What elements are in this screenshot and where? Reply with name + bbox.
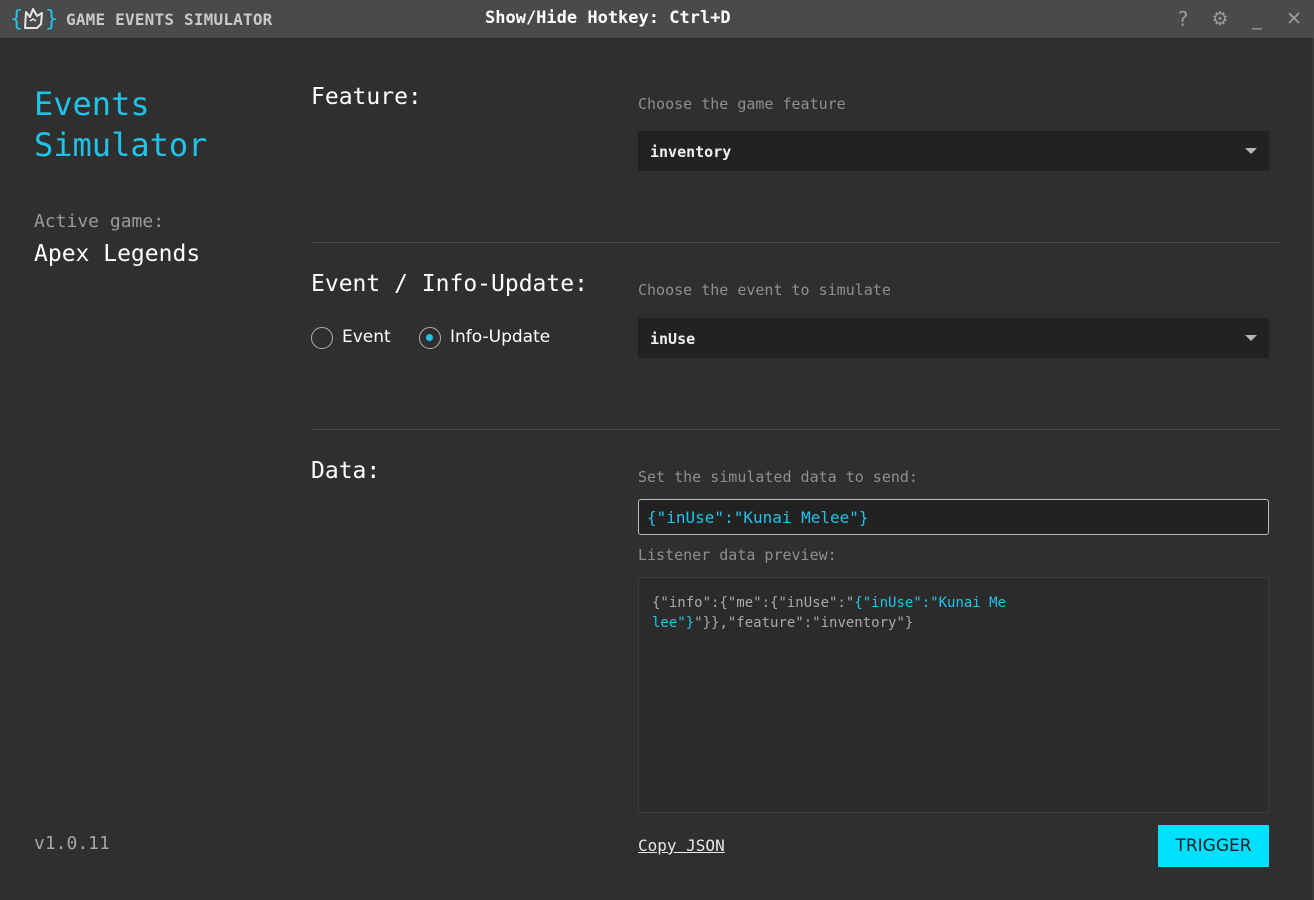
active-game-label: Active game: [34, 211, 165, 232]
listener-preview: {"info":{"me":{"inUse":"{"inUse":"Kunai … [638, 577, 1269, 813]
feature-title: Feature: [311, 84, 422, 110]
brand-line-1: Events [34, 85, 150, 123]
svg-text:}: } [45, 7, 58, 32]
active-game-name: Apex Legends [34, 241, 201, 267]
chevron-down-icon [1245, 148, 1257, 154]
radio-event[interactable]: Event [311, 326, 401, 350]
radio-info-update-label: Info-Update [450, 327, 551, 347]
preview-prefix: {"info":{"me":{"inUse":" [652, 595, 855, 611]
event-select-value: inUse [650, 330, 696, 348]
feature-select[interactable]: inventory [638, 131, 1269, 171]
preview-suffix: "}},"feature":"inventory"} [694, 615, 914, 631]
close-icon[interactable]: ✕ [1283, 8, 1305, 30]
radio-info-update-circle[interactable] [419, 327, 441, 349]
svg-text:{: { [10, 7, 23, 32]
event-hint: Choose the event to simulate [638, 281, 891, 299]
event-title: Event / Info-Update: [311, 271, 588, 297]
radio-event-label: Event [342, 327, 391, 347]
help-icon[interactable]: ? [1172, 8, 1194, 30]
radio-event-circle[interactable] [311, 327, 333, 349]
preview-text: {"info":{"me":{"inUse":"{"inUse":"Kunai … [652, 593, 1012, 633]
hotkey-value: Ctrl+D [669, 8, 731, 28]
feature-select-value: inventory [650, 143, 732, 161]
hotkey-info: Show/Hide Hotkey: Ctrl+D [485, 8, 731, 28]
hotkey-label: Show/Hide Hotkey: [485, 8, 659, 28]
chevron-down-icon [1245, 335, 1257, 341]
gear-icon[interactable]: ⚙ [1209, 8, 1231, 30]
preview-label: Listener data preview: [638, 546, 837, 564]
trigger-button[interactable]: TRIGGER [1158, 825, 1269, 867]
brand-title: Events Simulator [34, 84, 207, 166]
radio-info-update[interactable]: Info-Update [419, 326, 559, 350]
copy-json-link[interactable]: Copy JSON [638, 836, 725, 855]
brand-line-2: Simulator [34, 126, 208, 164]
app-title: GAME EVENTS SIMULATOR [66, 10, 273, 29]
version-label: v1.0.11 [34, 833, 110, 854]
title-bar: { } GAME EVENTS SIMULATOR Show/Hide Hotk… [0, 0, 1314, 38]
data-title: Data: [311, 458, 381, 484]
divider [311, 242, 1280, 243]
data-input-value[interactable]: {"inUse":"Kunai Melee"} [647, 508, 869, 527]
data-input-field[interactable]: {"inUse":"Kunai Melee"} [638, 499, 1269, 535]
feature-hint: Choose the game feature [638, 95, 846, 113]
data-hint: Set the simulated data to send: [638, 468, 918, 486]
minimize-icon[interactable]: _ [1246, 8, 1268, 30]
event-select[interactable]: inUse [638, 318, 1269, 358]
divider [311, 429, 1280, 430]
wolf-logo-icon: { } [10, 7, 58, 32]
